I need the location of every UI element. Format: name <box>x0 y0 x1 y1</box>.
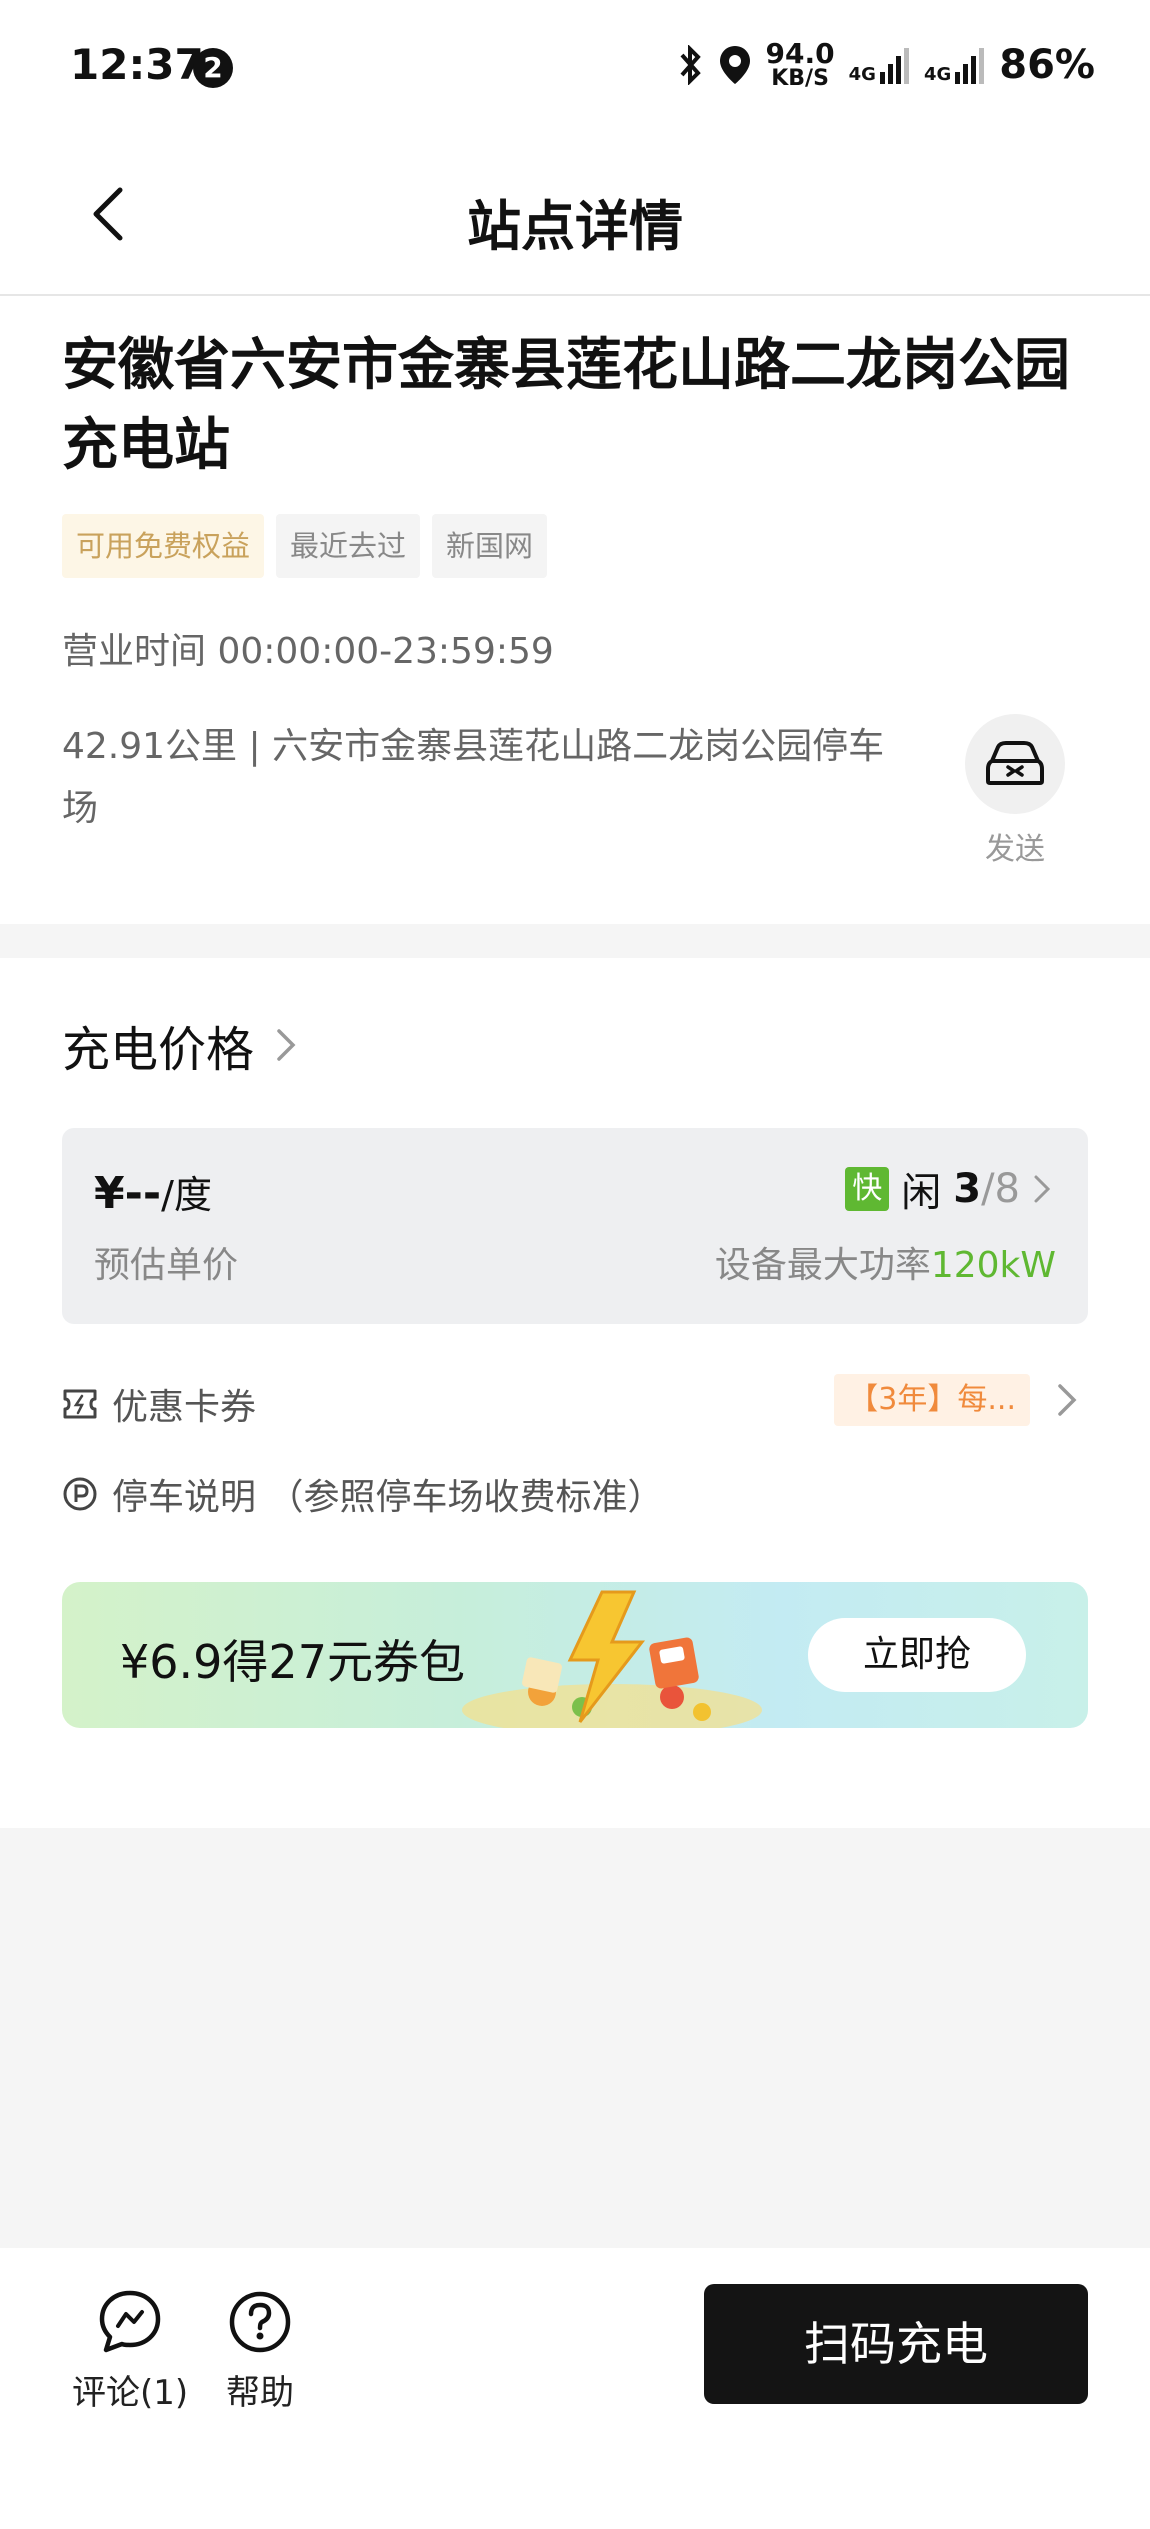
price-card[interactable]: ¥--/度 预估单价 快 闲 3/8 设备最大功率120kW <box>62 1128 1088 1324</box>
station-address[interactable]: 42.91公里 | 六安市金寨县莲花山路二龙岗公园停车场 <box>62 716 892 840</box>
coupon-icon <box>63 1389 97 1419</box>
help-label: 帮助 <box>226 2373 294 2413</box>
parking-icon <box>63 1477 97 1511</box>
help-icon <box>229 2291 291 2353</box>
charging-price-link[interactable]: 充电价格 <box>62 1010 298 1080</box>
price-line: ¥--/度 <box>94 1164 212 1219</box>
max-power: 设备最大功率120kW <box>715 1236 1056 1288</box>
lightning-bolt-icon <box>462 1590 762 1728</box>
comment-label: 评论(1) <box>72 2373 189 2413</box>
send-to-car-button[interactable]: 发送 <box>965 714 1065 868</box>
nav-header: 站点详情 <box>0 140 1150 296</box>
page-title: 站点详情 <box>467 195 683 258</box>
help-button[interactable]: 帮助 <box>226 2288 294 2414</box>
tag-free-benefit: 可用免费权益 <box>62 514 265 578</box>
price-caption: 预估单价 <box>94 1245 239 1286</box>
comment-icon <box>99 2290 161 2353</box>
tag-operator: 新国网 <box>432 514 548 578</box>
station-name: 安徽省六安市金寨县莲花山路二龙岗公园充电站 <box>62 333 1070 478</box>
status-time: 12:37 <box>70 40 204 89</box>
parking-label: 停车说明 （参照停车场收费标准） <box>112 1477 664 1518</box>
coupon-row[interactable]: 优惠卡券 <box>62 1378 256 1430</box>
signal-1-label: 4G <box>848 64 876 85</box>
charger-availability[interactable]: 快 闲 3/8 <box>845 1160 1052 1218</box>
fast-charge-badge: 快 <box>845 1167 890 1211</box>
grab-now-button[interactable]: 立即抢 <box>808 1618 1026 1692</box>
car-send-icon <box>965 714 1065 814</box>
total-count: /8 <box>981 1166 1020 1212</box>
chevron-right-icon[interactable] <box>1056 1382 1078 1418</box>
tag-recently-visited: 最近去过 <box>276 514 421 578</box>
coupon-pack-banner[interactable]: ¥6.9得27元券包 立即抢 <box>62 1582 1088 1728</box>
battery-level: 86% <box>999 42 1095 88</box>
signal-2: 4G <box>924 46 985 84</box>
location-icon <box>719 46 750 84</box>
net-speed: 94.0 KB/S <box>766 40 835 90</box>
comment-button[interactable]: 评论(1) <box>72 2288 188 2414</box>
status-icons: 94.0 KB/S 4G 4G 86% <box>678 40 1095 90</box>
bluetooth-icon <box>680 45 701 85</box>
banner-text: ¥6.9得27元券包 <box>120 1635 465 1689</box>
power-value: 120kW <box>930 1245 1056 1286</box>
status-bar: 12:37 2 94.0 KB/S 4G 4G 86% <box>0 0 1150 140</box>
notification-count-badge: 2 <box>193 48 233 88</box>
charging-price-title: 充电价格 <box>62 1022 255 1078</box>
price-section: 充电价格 ¥--/度 预估单价 快 闲 3/8 设备最大功率120kW 优惠卡券… <box>0 958 1150 1828</box>
parking-info-row[interactable]: 停车说明 （参照停车场收费标准） <box>62 1468 663 1520</box>
chevron-right-icon <box>1034 1175 1051 1203</box>
price-value: ¥-- <box>94 1168 162 1219</box>
signal-2-label: 4G <box>923 64 952 85</box>
net-speed-value: 94.0 <box>765 37 835 70</box>
chevron-right-icon <box>277 1029 296 1061</box>
business-hours: 营业时间 00:00:00-23:59:59 <box>62 631 554 672</box>
coupon-label: 优惠卡券 <box>112 1387 257 1428</box>
signal-1: 4G <box>849 46 910 84</box>
scan-to-charge-button[interactable]: 扫码充电 <box>704 2284 1088 2404</box>
bottom-action-bar: 评论(1) 帮助 扫码充电 <box>0 2248 1150 2529</box>
send-label: 发送 <box>985 832 1045 867</box>
price-unit: /度 <box>161 1173 212 1217</box>
station-tags: 可用免费权益 最近去过 新国网 <box>62 514 548 578</box>
idle-label: 闲 <box>901 1170 942 1216</box>
net-speed-unit: KB/S <box>771 66 829 91</box>
coupon-promo-tag[interactable]: 【3年】每... <box>834 1374 1030 1426</box>
signal-bars-icon <box>879 48 909 84</box>
station-info-card: 安徽省六安市金寨县莲花山路二龙岗公园充电站 可用免费权益 最近去过 新国网 营业… <box>0 296 1150 924</box>
signal-bars-icon <box>955 48 985 84</box>
power-label: 设备最大功率 <box>714 1245 931 1286</box>
idle-count: 3 <box>953 1166 982 1212</box>
